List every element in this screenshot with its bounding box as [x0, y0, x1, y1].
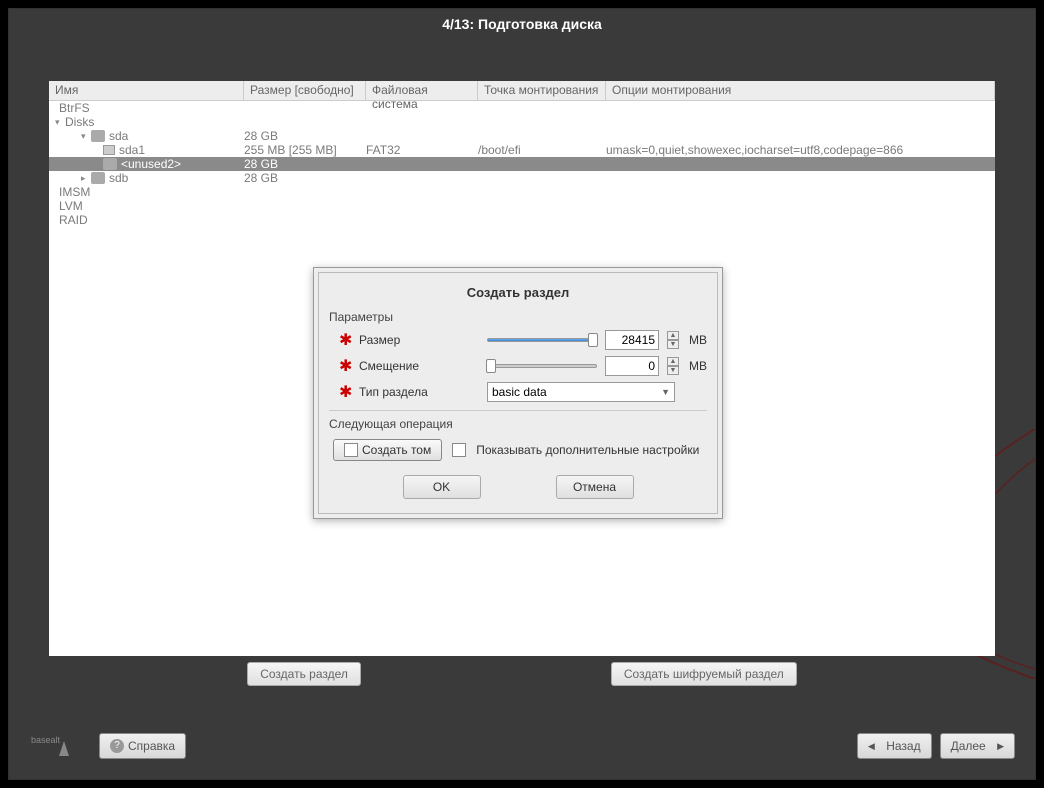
tree-body: BtrFS ▾Disks ▾sda 28 GB sda1 255 MB [255…: [49, 101, 995, 227]
disk-icon: [91, 172, 105, 184]
create-volume-button[interactable]: Создать том: [333, 439, 442, 461]
type-label: Тип раздела: [359, 385, 479, 399]
size-spinner[interactable]: ▲▼: [667, 331, 679, 349]
col-opts[interactable]: Опции монтирования: [606, 81, 995, 100]
offset-label: Смещение: [359, 359, 479, 373]
col-name[interactable]: Имя: [49, 81, 244, 100]
dialog-title: Создать раздел: [329, 281, 707, 310]
help-icon: ?: [110, 739, 124, 753]
offset-spinner[interactable]: ▲▼: [667, 357, 679, 375]
slider-thumb-icon[interactable]: [486, 359, 496, 373]
partition-type-dropdown[interactable]: basic data ▼: [487, 382, 675, 402]
tree-row-sdb[interactable]: ▸sdb 28 GB: [49, 171, 995, 185]
expander-icon[interactable]: ▾: [81, 131, 91, 142]
back-button[interactable]: Назад: [857, 733, 932, 759]
tree-row-unused2[interactable]: <unused2> 28 GB: [49, 157, 995, 171]
cancel-button[interactable]: Отмена: [556, 475, 634, 499]
next-button[interactable]: Далее: [940, 733, 1015, 759]
param-offset-row: ✱ Смещение ▲▼ MB: [329, 356, 707, 376]
help-button[interactable]: ? Справка: [99, 733, 186, 759]
next-op-section-label: Следующая операция: [329, 417, 707, 431]
chevron-down-icon: ▼: [661, 387, 670, 397]
required-mark-icon: ✱: [339, 330, 351, 350]
tree-row-sda[interactable]: ▾sda 28 GB: [49, 129, 995, 143]
col-mount[interactable]: Точка монтирования: [478, 81, 606, 100]
slider-thumb-icon[interactable]: [588, 333, 598, 347]
required-mark-icon: ✱: [339, 382, 351, 402]
tree-row-lvm[interactable]: LVM: [49, 199, 995, 213]
offset-slider[interactable]: [487, 364, 597, 368]
tree-row-sda1[interactable]: sda1 255 MB [255 MB] FAT32 /boot/efi uma…: [49, 143, 995, 157]
distro-logo: basealt: [29, 731, 79, 761]
col-size[interactable]: Размер [свободно]: [244, 81, 366, 100]
expander-icon[interactable]: ▾: [55, 117, 65, 128]
show-advanced-label: Показывать дополнительные настройки: [476, 443, 699, 457]
disk-icon: [91, 130, 105, 142]
partition-icon: [103, 145, 115, 155]
create-encrypted-partition-button[interactable]: Создать шифруемый раздел: [611, 662, 797, 686]
divider: [329, 410, 707, 411]
ok-button[interactable]: OK: [403, 475, 481, 499]
params-section-label: Параметры: [329, 310, 707, 324]
param-size-row: ✱ Размер ▲▼ MB: [329, 330, 707, 350]
create-partition-button[interactable]: Создать раздел: [247, 662, 361, 686]
disk-icon: [103, 158, 117, 170]
param-type-row: ✱ Тип раздела basic data ▼: [329, 382, 707, 402]
tree-row-btrfs[interactable]: BtrFS: [49, 101, 995, 115]
tree-row-disks[interactable]: ▾Disks: [49, 115, 995, 129]
page-title: 4/13: Подготовка диска: [9, 9, 1035, 39]
size-unit: MB: [689, 333, 707, 347]
expander-icon[interactable]: ▸: [81, 173, 91, 184]
col-fs[interactable]: Файловая система: [366, 81, 478, 100]
offset-unit: MB: [689, 359, 707, 373]
tree-row-imsm[interactable]: IMSM: [49, 185, 995, 199]
required-mark-icon: ✱: [339, 356, 351, 376]
table-header: Имя Размер [свободно] Файловая система Т…: [49, 81, 995, 101]
size-slider[interactable]: [487, 338, 597, 342]
tree-row-raid[interactable]: RAID: [49, 213, 995, 227]
svg-text:basealt: basealt: [31, 735, 61, 745]
size-label: Размер: [359, 333, 479, 347]
show-advanced-checkbox[interactable]: [452, 443, 466, 457]
offset-input[interactable]: [605, 356, 659, 376]
create-partition-dialog: Создать раздел Параметры ✱ Размер ▲▼ MB …: [313, 267, 723, 519]
checkbox-icon: [344, 443, 358, 457]
size-input[interactable]: [605, 330, 659, 350]
